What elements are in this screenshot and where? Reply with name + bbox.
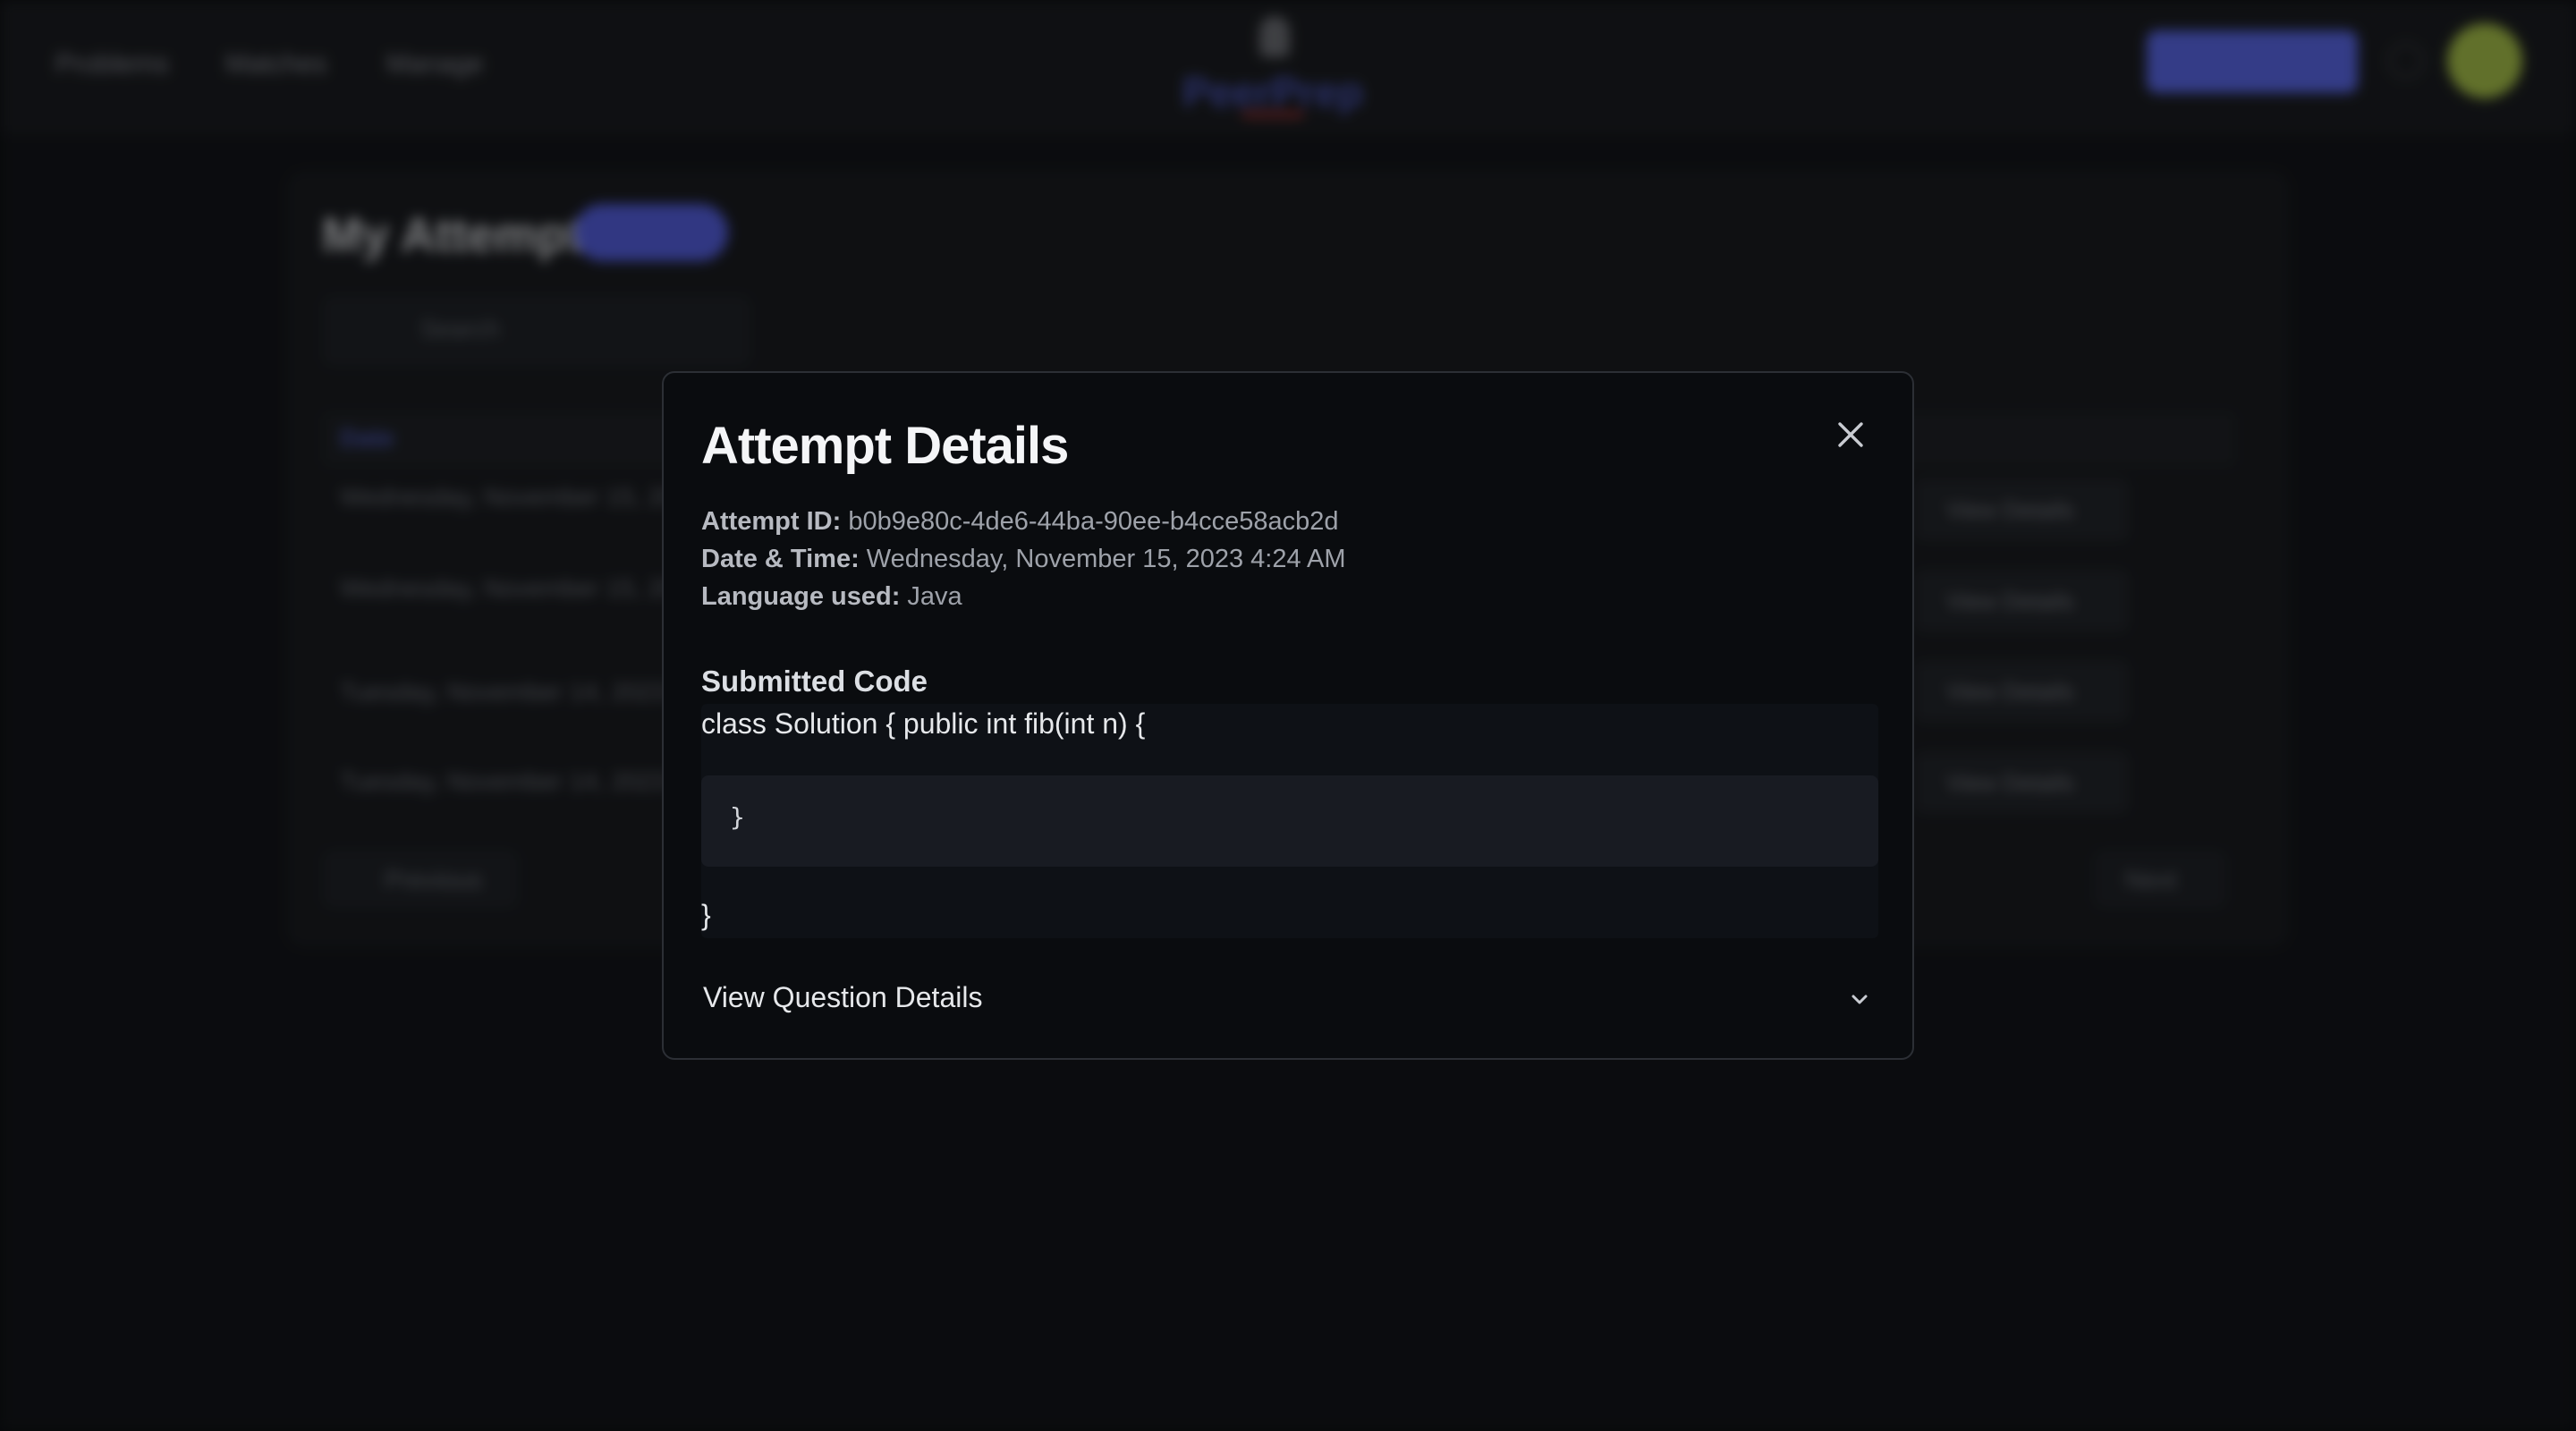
datetime-row: Date & Time: Wednesday, November 15, 202… [701,545,1346,574]
code-inner-block: } [701,775,1878,867]
code-viewer[interactable]: class Solution { public int fib(int n) {… [701,704,1878,938]
view-question-details-toggle[interactable]: View Question Details [701,972,1878,1026]
language-value: Java [907,582,962,611]
submitted-code-label: Submitted Code [701,665,928,698]
attempt-id-value: b0b9e80c-4de6-44ba-90ee-b4cce58acb2d [848,507,1339,536]
close-icon [1838,422,1863,447]
accordion-label: View Question Details [703,981,983,1013]
attempt-id-row: Attempt ID: b0b9e80c-4de6-44ba-90ee-b4cc… [701,507,1339,537]
attempt-id-label: Attempt ID: [701,507,842,536]
modal-title: Attempt Details [701,417,1069,475]
attempt-details-modal: Attempt Details Attempt ID: b0b9e80c-4de… [662,371,1914,1060]
language-label: Language used: [701,582,901,611]
language-row: Language used: Java [701,582,962,612]
code-line: class Solution { public int fib(int n) { [701,707,1146,740]
chevron-down-icon [1852,995,1868,1004]
datetime-label: Date & Time: [701,545,860,573]
code-line: } [701,899,711,931]
datetime-value: Wednesday, November 15, 2023 4:24 AM [866,545,1346,573]
close-button[interactable] [1826,411,1875,459]
code-line: } [730,802,745,832]
